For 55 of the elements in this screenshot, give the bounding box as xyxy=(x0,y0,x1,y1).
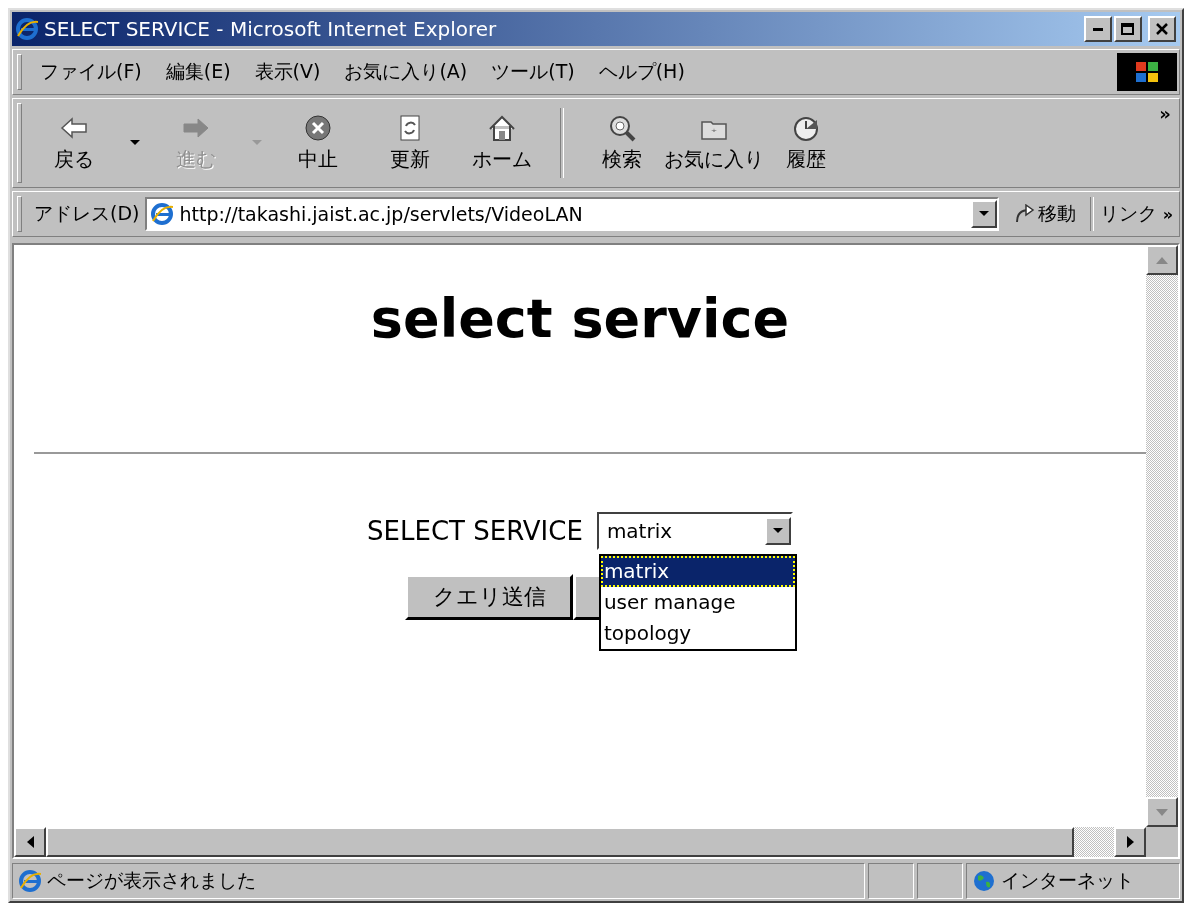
scroll-down-button[interactable] xyxy=(1146,797,1178,827)
vertical-scrollbar[interactable] xyxy=(1146,245,1178,827)
dropdown-option[interactable]: topology xyxy=(600,618,795,649)
menu-item[interactable]: ヘルプ(H) xyxy=(586,59,697,85)
dropdown-caret-icon[interactable] xyxy=(130,140,140,146)
status-pane xyxy=(868,863,914,899)
down-arrow-icon xyxy=(1156,808,1168,816)
back-button[interactable]: 戻る xyxy=(28,113,120,173)
close-icon xyxy=(1156,23,1168,35)
submit-button[interactable]: クエリ送信 xyxy=(405,574,573,620)
scroll-up-button[interactable] xyxy=(1146,245,1178,275)
toolbar-overflow-button[interactable]: » xyxy=(1159,103,1171,124)
menu-item[interactable]: お気に入り(A) xyxy=(332,59,480,85)
dropdown-arrow-icon xyxy=(978,211,989,217)
address-label: アドレス(D) xyxy=(34,201,140,226)
close-button[interactable] xyxy=(1148,16,1176,42)
refresh-button[interactable]: 更新 xyxy=(364,113,456,173)
stop-button[interactable]: 中止 xyxy=(272,113,364,173)
search-icon xyxy=(607,113,637,142)
right-arrow-icon xyxy=(1126,836,1134,848)
menu-item[interactable]: 編集(E) xyxy=(153,59,243,85)
stop-icon xyxy=(303,113,333,142)
left-arrow-icon xyxy=(26,836,34,848)
menu-item[interactable]: 表示(V) xyxy=(242,59,333,85)
dropdown-arrow-icon xyxy=(772,528,783,534)
maximize-icon xyxy=(1121,23,1135,35)
history-button[interactable]: 履歴 xyxy=(760,113,852,173)
dropdown-option[interactable]: matrix xyxy=(600,556,795,587)
page-icon xyxy=(151,203,174,225)
menu-item[interactable]: ファイル(F) xyxy=(28,59,154,85)
minimize-button[interactable] xyxy=(1084,16,1112,42)
browser-icon xyxy=(16,18,38,40)
home-button[interactable]: ホーム xyxy=(456,113,548,173)
service-label: SELECT SERVICE xyxy=(367,516,583,546)
go-button[interactable]: 移動 xyxy=(1004,201,1084,227)
maximize-button[interactable] xyxy=(1114,16,1142,42)
zone-text: インターネット xyxy=(1001,868,1134,893)
globe-icon xyxy=(973,870,995,892)
address-field[interactable]: http://takashi.jaist.ac.jp/servlets/VideoLAN xyxy=(145,197,999,231)
window-title: SELECT SERVICE - Microsoft Internet Explorer xyxy=(44,17,498,41)
windows-logo-icon xyxy=(1134,60,1160,84)
minimize-icon xyxy=(1093,27,1103,31)
scroll-left-button[interactable] xyxy=(14,827,46,857)
address-dropdown-button[interactable] xyxy=(970,200,997,228)
up-arrow-icon xyxy=(1156,256,1168,264)
status-pane xyxy=(917,863,963,899)
scroll-right-button[interactable] xyxy=(1114,827,1146,857)
page-heading: select service xyxy=(370,287,790,350)
dropdown-option[interactable]: user manage xyxy=(600,587,795,618)
page-icon xyxy=(19,870,41,892)
dropdown-button[interactable] xyxy=(764,517,791,545)
links-button[interactable]: リンク » xyxy=(1099,201,1179,227)
menu-item[interactable]: ツール(T) xyxy=(479,59,587,85)
status-text: ページが表示されました xyxy=(47,868,256,893)
home-icon xyxy=(487,113,517,142)
